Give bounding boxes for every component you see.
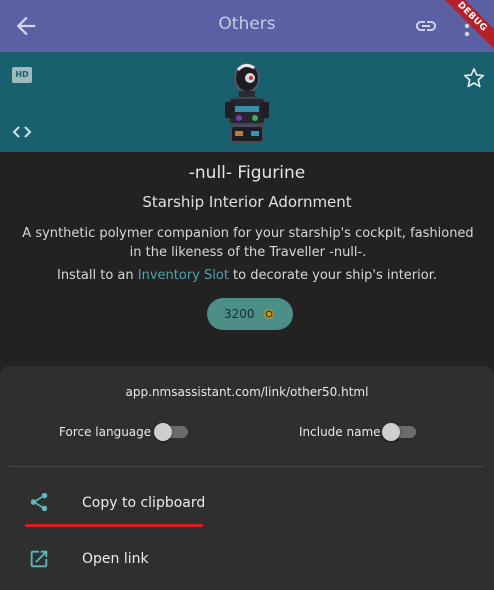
item-hero: HD	[0, 52, 494, 152]
app-bar: Others DEBUG	[0, 0, 494, 56]
copy-to-clipboard-option[interactable]: Copy to clipboard	[0, 478, 494, 528]
open-in-new-icon	[30, 550, 48, 568]
sheet-divider	[10, 466, 484, 467]
copy-to-clipboard-label: Copy to clipboard	[82, 495, 206, 511]
open-link-label: Open link	[82, 551, 149, 567]
include-name-toggle[interactable]	[382, 423, 416, 441]
include-name-label: Include name	[299, 425, 381, 439]
price-value: 3200	[224, 307, 255, 321]
item-description: A synthetic polymer companion for your s…	[22, 226, 474, 260]
share-icon	[30, 492, 48, 512]
inventory-slot-link[interactable]: Inventory Slot	[138, 268, 229, 283]
item-group: Starship Interior Adornment	[142, 193, 352, 211]
highlight-underline	[25, 524, 203, 527]
figurine-image	[225, 63, 269, 143]
share-bottom-sheet: app.nmsassistant.com/link/other50.html F…	[0, 366, 494, 590]
install-suffix: to decorate your ship's interior.	[228, 268, 437, 283]
link-icon[interactable]	[412, 14, 440, 38]
install-text: Install to an Inventory Slot to decorate…	[0, 268, 494, 283]
install-prefix: Install to an	[56, 268, 138, 283]
units-currency-icon	[264, 309, 274, 319]
item-name: -null- Figurine	[188, 163, 306, 183]
share-url: app.nmsassistant.com/link/other50.html	[125, 385, 369, 399]
force-language-toggle[interactable]	[154, 423, 188, 441]
price-chip: 3200	[207, 298, 293, 330]
code-icon[interactable]	[11, 124, 33, 140]
open-link-option[interactable]: Open link	[0, 534, 494, 584]
hd-toggle-badge[interactable]: HD	[12, 67, 32, 83]
force-language-label: Force language	[59, 425, 152, 439]
favourite-star-icon[interactable]	[462, 66, 486, 90]
